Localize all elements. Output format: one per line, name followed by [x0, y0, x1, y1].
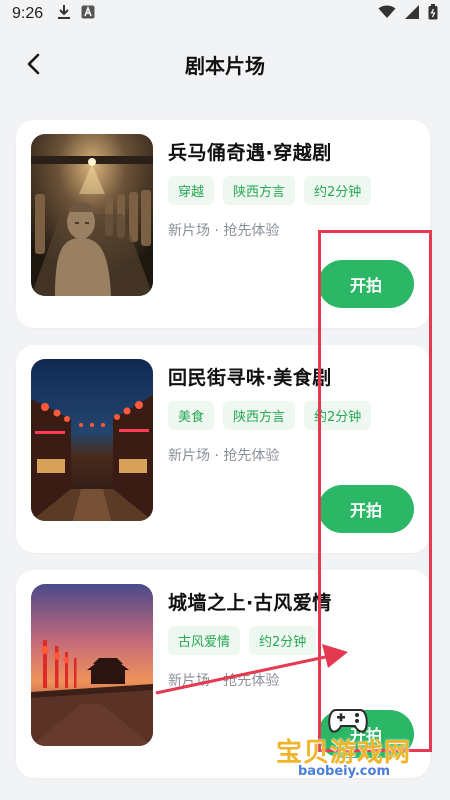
app-notification-icon	[81, 5, 95, 23]
script-meta: 新片场 · 抢先体验	[168, 448, 280, 464]
tag: 约2分钟	[249, 626, 317, 655]
status-time: 9:26	[12, 5, 44, 22]
script-card[interactable]: 城墙之上·古风爱情 古风爱情 约2分钟 新片场 · 抢先体验 开拍	[16, 570, 430, 778]
wifi-icon	[378, 5, 396, 23]
tag: 穿越	[168, 176, 215, 205]
tag: 陕西方言	[223, 401, 296, 430]
start-shoot-button[interactable]: 开拍	[318, 260, 414, 308]
script-meta: 新片场 · 抢先体验	[168, 223, 280, 239]
script-card[interactable]: 兵马俑奇遇·穿越剧 穿越 陕西方言 约2分钟 新片场 · 抢先体验 开拍	[16, 120, 430, 328]
script-thumbnail-city-wall	[31, 584, 153, 746]
script-title: 回民街寻味·美食剧	[168, 367, 332, 389]
tag-list: 古风爱情 约2分钟	[168, 626, 317, 655]
script-meta: 新片场 · 抢先体验	[168, 673, 280, 689]
chevron-left-icon	[27, 53, 40, 75]
script-title: 城墙之上·古风爱情	[168, 592, 332, 614]
tag: 古风爱情	[168, 626, 241, 655]
status-bar: 9:26	[0, 0, 450, 28]
battery-icon	[428, 4, 438, 24]
back-button[interactable]	[20, 50, 48, 78]
script-thumbnail-food-street	[31, 359, 153, 521]
tag: 约2分钟	[304, 401, 372, 430]
signal-icon	[404, 5, 420, 23]
script-title: 兵马俑奇遇·穿越剧	[168, 142, 332, 164]
page-title: 剧本片场	[185, 53, 265, 78]
tag: 陕西方言	[223, 176, 296, 205]
start-shoot-button[interactable]: 开拍	[318, 710, 414, 758]
tag-list: 美食 陕西方言 约2分钟	[168, 401, 372, 430]
tag-list: 穿越 陕西方言 约2分钟	[168, 176, 372, 205]
download-icon	[57, 4, 71, 24]
start-shoot-button[interactable]: 开拍	[318, 485, 414, 533]
tag: 美食	[168, 401, 215, 430]
tag: 约2分钟	[304, 176, 372, 205]
script-card[interactable]: 回民街寻味·美食剧 美食 陕西方言 约2分钟 新片场 · 抢先体验 开拍	[16, 345, 430, 553]
page-header: 剧本片场	[0, 40, 450, 88]
script-thumbnail-terracotta	[31, 134, 153, 296]
